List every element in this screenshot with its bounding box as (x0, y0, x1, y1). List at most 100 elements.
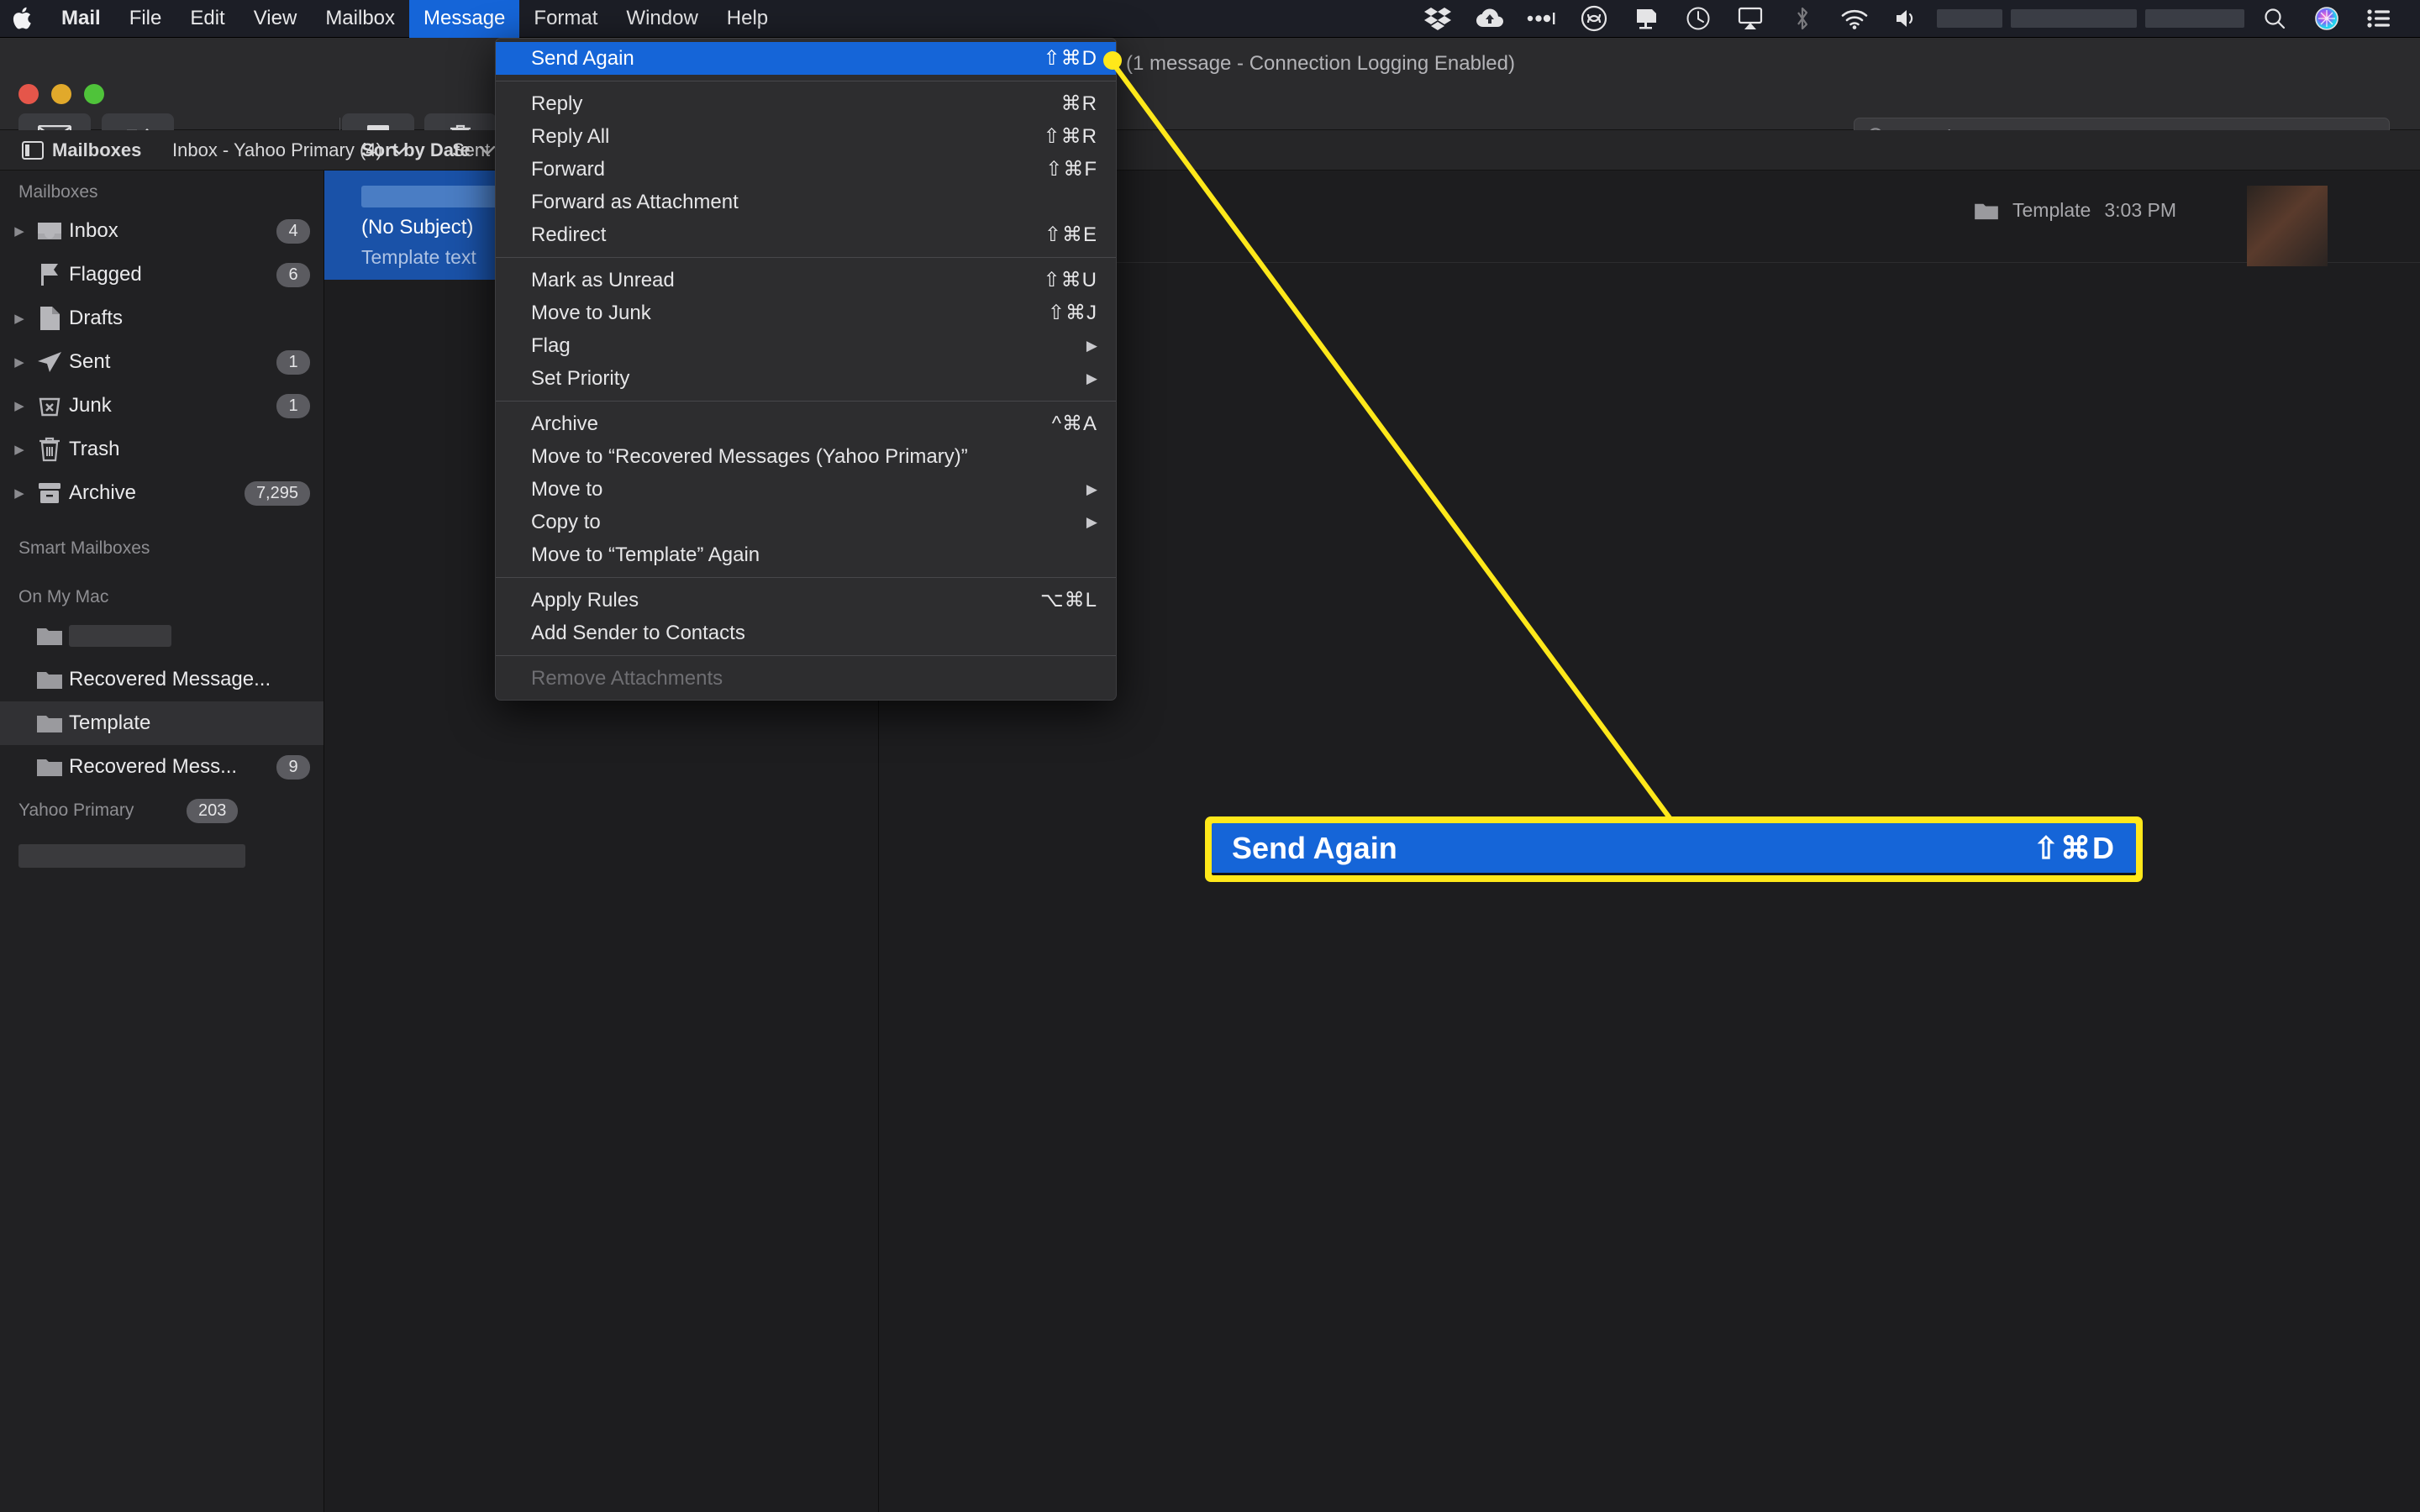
sidebar-item-label: Junk (69, 394, 112, 417)
cloud-upload-icon[interactable] (1464, 0, 1516, 38)
volume-icon[interactable] (1881, 0, 1933, 38)
control-center-icon[interactable] (2353, 0, 2405, 38)
menubar-item-edit[interactable]: Edit (176, 0, 239, 38)
submenu-arrow-icon: ▶ (1086, 513, 1097, 530)
sidebar-item-label: Sent (69, 350, 111, 373)
mailboxes-toggle[interactable]: Mailboxes (22, 139, 141, 161)
menubar-item-file[interactable]: File (115, 0, 176, 38)
menu-item-shortcut: ⇧⌘F (1045, 158, 1097, 181)
time-machine-icon[interactable] (1672, 0, 1724, 38)
disclosure-triangle-icon[interactable]: ▶ (8, 354, 30, 370)
menu-item-shortcut: ⇧⌘U (1043, 269, 1097, 291)
sidebar-item-recovered-messages[interactable]: Recovered Message... (0, 658, 324, 701)
menubar-item-mail[interactable]: Mail (47, 0, 115, 38)
sidebar-item-badge: 4 (276, 218, 310, 244)
menubar-item-format[interactable]: Format (519, 0, 612, 38)
sidebar-item-badge: 1 (276, 349, 310, 375)
apple-logo-icon[interactable] (0, 6, 47, 31)
maximize-button[interactable] (84, 84, 104, 104)
folder-icon (1975, 203, 1998, 219)
menu-item-forward-as-attachment[interactable]: Forward as Attachment (496, 186, 1116, 218)
message-menu-dropdown: Send Again ⇧⌘D Reply ⌘R Reply All ⇧⌘R Fo… (495, 38, 1117, 701)
menu-item-remove-attachments: Remove Attachments (496, 662, 1116, 695)
mailbox-sidebar: Mailboxes ▶ Inbox 4 Flagged 6 ▶ Drafts ▶… (0, 171, 324, 1512)
sidebar-section-smart: Smart Mailboxes (18, 538, 150, 558)
menu-item-redirect[interactable]: Redirect ⇧⌘E (496, 218, 1116, 251)
menubar-item-help[interactable]: Help (713, 0, 782, 38)
junk-icon (30, 394, 69, 417)
menu-item-shortcut: ⇧⌘E (1044, 223, 1097, 246)
menu-item-label: Remove Attachments (531, 666, 723, 690)
menu-item-move-to-template-again[interactable]: Move to “Template” Again (496, 538, 1116, 571)
menu-item-send-again[interactable]: Send Again ⇧⌘D (496, 42, 1116, 75)
sidebar-item-flagged[interactable]: Flagged 6 (0, 253, 324, 297)
flag-icon (30, 262, 69, 287)
menu-item-flag[interactable]: Flag ▶ (496, 329, 1116, 362)
sidebar-item-archive[interactable]: ▶ Archive 7,295 (0, 471, 324, 515)
sidebar-item-drafts[interactable]: ▶ Drafts (0, 297, 324, 340)
dropbox-icon[interactable] (1412, 0, 1464, 38)
airplay-icon[interactable] (1724, 0, 1776, 38)
wifi-icon[interactable] (1828, 0, 1881, 38)
sidebar-item-trash[interactable]: ▶ Trash (0, 428, 324, 471)
menu-item-label: Add Sender to Contacts (531, 621, 745, 644)
disclosure-triangle-icon[interactable]: ▶ (8, 311, 30, 326)
trash-icon (30, 436, 69, 463)
bluetooth-icon[interactable] (1776, 0, 1828, 38)
menu-separator (496, 655, 1116, 656)
disclosure-triangle-icon[interactable]: ▶ (8, 486, 30, 501)
menubar-item-mailbox[interactable]: Mailbox (311, 0, 409, 38)
menu-item-label: Flag (531, 333, 571, 357)
menu-item-mark-as-unread[interactable]: Mark as Unread ⇧⌘U (496, 264, 1116, 297)
disclosure-triangle-icon[interactable]: ▶ (8, 223, 30, 239)
sidebar-account-yahoo[interactable]: Yahoo Primary 203 (0, 789, 324, 832)
disclosure-triangle-icon[interactable]: ▶ (8, 442, 30, 457)
display-icon[interactable] (1620, 0, 1672, 38)
callout-shortcut: ⇧⌘D (2033, 830, 2116, 865)
menu-item-move-to-junk[interactable]: Move to Junk ⇧⌘J (496, 297, 1116, 329)
menu-item-move-to-recovered-messages[interactable]: Move to “Recovered Messages (Yahoo Prima… (496, 440, 1116, 473)
menu-item-copy-to[interactable]: Copy to ▶ (496, 506, 1116, 538)
sidebar-item-recovered-mess[interactable]: Recovered Mess... 9 (0, 745, 324, 789)
sidebar-item-sent[interactable]: ▶ Sent 1 (0, 340, 324, 384)
menubar-item-message[interactable]: Message (409, 0, 520, 38)
disclosure-triangle-icon[interactable]: ▶ (8, 398, 30, 413)
inbox-icon (30, 219, 69, 243)
sidebar-item-inbox[interactable]: ▶ Inbox 4 (0, 209, 324, 253)
menu-item-forward[interactable]: Forward ⇧⌘F (496, 153, 1116, 186)
menubar-redacted-item-3 (2145, 9, 2244, 28)
dots-icon[interactable] (1516, 0, 1568, 38)
submenu-arrow-icon: ▶ (1086, 337, 1097, 354)
system-menu-bar: Mail File Edit View Mailbox Message Form… (0, 0, 2420, 38)
sidebar-item-label: Trash (69, 438, 120, 460)
menu-item-reply-all[interactable]: Reply All ⇧⌘R (496, 120, 1116, 153)
sidebar-item-label: Flagged (69, 263, 142, 286)
menu-item-apply-rules[interactable]: Apply Rules ⌥⌘L (496, 584, 1116, 617)
menu-item-label: Set Priority (531, 366, 630, 390)
spotlight-search-icon[interactable] (2249, 0, 2301, 38)
menu-item-label: Archive (531, 412, 599, 435)
sidebar-item-junk[interactable]: ▶ Junk 1 (0, 384, 324, 428)
menubar-item-window[interactable]: Window (612, 0, 712, 38)
sidebar-item-local-redacted[interactable] (0, 614, 324, 658)
reading-pane-meta: Template 3:03 PM (1974, 199, 2176, 222)
archive-icon (30, 480, 69, 506)
menu-item-set-priority[interactable]: Set Priority ▶ (496, 362, 1116, 395)
menu-item-move-to[interactable]: Move to ▶ (496, 473, 1116, 506)
sidebar-item-template[interactable]: Template (0, 701, 324, 745)
menubar-item-view[interactable]: View (239, 0, 312, 38)
sort-by-date-button[interactable]: Sort by Date (361, 139, 496, 161)
callout-label: Send Again (1232, 830, 1397, 865)
menubar-status-area (1412, 0, 2420, 38)
menu-item-label: Forward (531, 157, 606, 181)
menu-item-add-sender-to-contacts[interactable]: Add Sender to Contacts (496, 617, 1116, 649)
minimize-button[interactable] (51, 84, 71, 104)
window-title-status: (1 message - Connection Logging Enabled) (1126, 52, 1515, 75)
menu-item-reply[interactable]: Reply ⌘R (496, 87, 1116, 120)
menu-item-label: Move to “Template” Again (531, 543, 760, 566)
avatar (2247, 186, 2328, 266)
menu-item-archive[interactable]: Archive ^⌘A (496, 407, 1116, 440)
creative-cloud-icon[interactable] (1568, 0, 1620, 38)
close-button[interactable] (18, 84, 39, 104)
siri-icon[interactable] (2301, 0, 2353, 38)
